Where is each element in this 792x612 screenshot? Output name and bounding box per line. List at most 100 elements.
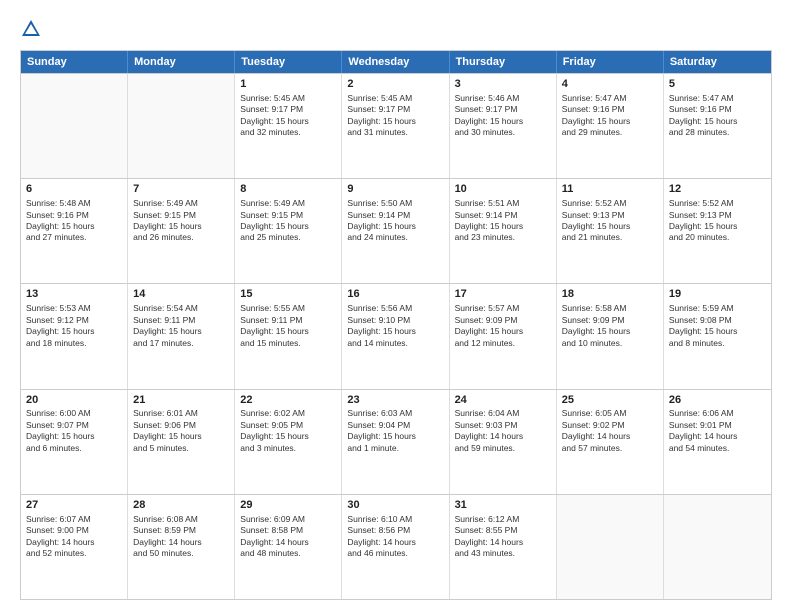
day-info: Sunrise: 6:05 AM Sunset: 9:02 PM Dayligh… — [562, 408, 631, 452]
day-number: 8 — [240, 182, 336, 197]
header — [20, 18, 772, 40]
logo-icon — [20, 18, 42, 40]
cal-day-28: 28Sunrise: 6:08 AM Sunset: 8:59 PM Dayli… — [128, 495, 235, 599]
day-info: Sunrise: 6:09 AM Sunset: 8:58 PM Dayligh… — [240, 514, 309, 558]
day-info: Sunrise: 5:47 AM Sunset: 9:16 PM Dayligh… — [562, 93, 631, 137]
page: SundayMondayTuesdayWednesdayThursdayFrid… — [0, 0, 792, 612]
cal-header-friday: Friday — [557, 51, 664, 73]
cal-day-1: 1Sunrise: 5:45 AM Sunset: 9:17 PM Daylig… — [235, 74, 342, 178]
day-number: 9 — [347, 182, 443, 197]
cal-day-empty — [664, 495, 771, 599]
day-number: 27 — [26, 498, 122, 513]
day-number: 5 — [669, 77, 766, 92]
day-info: Sunrise: 5:45 AM Sunset: 9:17 PM Dayligh… — [347, 93, 416, 137]
day-number: 21 — [133, 393, 229, 408]
day-number: 4 — [562, 77, 658, 92]
day-info: Sunrise: 5:49 AM Sunset: 9:15 PM Dayligh… — [240, 198, 309, 242]
day-number: 1 — [240, 77, 336, 92]
day-info: Sunrise: 5:59 AM Sunset: 9:08 PM Dayligh… — [669, 303, 738, 347]
cal-day-14: 14Sunrise: 5:54 AM Sunset: 9:11 PM Dayli… — [128, 284, 235, 388]
day-number: 15 — [240, 287, 336, 302]
cal-day-22: 22Sunrise: 6:02 AM Sunset: 9:05 PM Dayli… — [235, 390, 342, 494]
cal-week-5: 27Sunrise: 6:07 AM Sunset: 9:00 PM Dayli… — [21, 494, 771, 599]
day-number: 10 — [455, 182, 551, 197]
day-info: Sunrise: 5:49 AM Sunset: 9:15 PM Dayligh… — [133, 198, 202, 242]
day-number: 12 — [669, 182, 766, 197]
day-info: Sunrise: 5:55 AM Sunset: 9:11 PM Dayligh… — [240, 303, 309, 347]
day-info: Sunrise: 5:58 AM Sunset: 9:09 PM Dayligh… — [562, 303, 631, 347]
cal-day-30: 30Sunrise: 6:10 AM Sunset: 8:56 PM Dayli… — [342, 495, 449, 599]
cal-header-wednesday: Wednesday — [342, 51, 449, 73]
day-info: Sunrise: 5:47 AM Sunset: 9:16 PM Dayligh… — [669, 93, 738, 137]
cal-header-thursday: Thursday — [450, 51, 557, 73]
cal-day-19: 19Sunrise: 5:59 AM Sunset: 9:08 PM Dayli… — [664, 284, 771, 388]
day-number: 14 — [133, 287, 229, 302]
cal-day-16: 16Sunrise: 5:56 AM Sunset: 9:10 PM Dayli… — [342, 284, 449, 388]
day-info: Sunrise: 5:48 AM Sunset: 9:16 PM Dayligh… — [26, 198, 95, 242]
day-number: 16 — [347, 287, 443, 302]
day-number: 11 — [562, 182, 658, 197]
cal-day-10: 10Sunrise: 5:51 AM Sunset: 9:14 PM Dayli… — [450, 179, 557, 283]
cal-day-25: 25Sunrise: 6:05 AM Sunset: 9:02 PM Dayli… — [557, 390, 664, 494]
day-number: 26 — [669, 393, 766, 408]
cal-day-3: 3Sunrise: 5:46 AM Sunset: 9:17 PM Daylig… — [450, 74, 557, 178]
day-info: Sunrise: 6:12 AM Sunset: 8:55 PM Dayligh… — [455, 514, 524, 558]
calendar-body: 1 Sunrise: 5:45 AM Sunset: 9:17 PM Daylig… — [21, 73, 771, 599]
day-number: 28 — [133, 498, 229, 513]
day-info: Sunrise: 5:46 AM Sunset: 9:17 PM Dayligh… — [455, 93, 524, 137]
day-number: 31 — [455, 498, 551, 513]
day-number: 30 — [347, 498, 443, 513]
cal-day-7: 7Sunrise: 5:49 AM Sunset: 9:15 PM Daylig… — [128, 179, 235, 283]
day-number: 13 — [26, 287, 122, 302]
day-number: 7 — [133, 182, 229, 197]
logo — [20, 18, 45, 40]
cal-day-29: 29Sunrise: 6:09 AM Sunset: 8:58 PM Dayli… — [235, 495, 342, 599]
day-info: Sunrise: 6:08 AM Sunset: 8:59 PM Dayligh… — [133, 514, 202, 558]
cal-day-8: 8Sunrise: 5:49 AM Sunset: 9:15 PM Daylig… — [235, 179, 342, 283]
day-number: 25 — [562, 393, 658, 408]
cal-day-11: 11Sunrise: 5:52 AM Sunset: 9:13 PM Dayli… — [557, 179, 664, 283]
day-number: 24 — [455, 393, 551, 408]
cal-day-26: 26Sunrise: 6:06 AM Sunset: 9:01 PM Dayli… — [664, 390, 771, 494]
day-info: Sunrise: 6:06 AM Sunset: 9:01 PM Dayligh… — [669, 408, 738, 452]
cal-header-saturday: Saturday — [664, 51, 771, 73]
cal-day-2: 2Sunrise: 5:45 AM Sunset: 9:17 PM Daylig… — [342, 74, 449, 178]
cal-day-empty — [21, 74, 128, 178]
cal-week-3: 13Sunrise: 5:53 AM Sunset: 9:12 PM Dayli… — [21, 283, 771, 388]
day-number: 19 — [669, 287, 766, 302]
day-info: Sunrise: 6:07 AM Sunset: 9:00 PM Dayligh… — [26, 514, 95, 558]
day-info: Sunrise: 5:51 AM Sunset: 9:14 PM Dayligh… — [455, 198, 524, 242]
day-number: 23 — [347, 393, 443, 408]
cal-day-23: 23Sunrise: 6:03 AM Sunset: 9:04 PM Dayli… — [342, 390, 449, 494]
cal-day-20: 20Sunrise: 6:00 AM Sunset: 9:07 PM Dayli… — [21, 390, 128, 494]
day-info: Sunrise: 6:04 AM Sunset: 9:03 PM Dayligh… — [455, 408, 524, 452]
cal-header-monday: Monday — [128, 51, 235, 73]
day-info: Sunrise: 5:57 AM Sunset: 9:09 PM Dayligh… — [455, 303, 524, 347]
day-info: Sunrise: 6:01 AM Sunset: 9:06 PM Dayligh… — [133, 408, 202, 452]
cal-day-4: 4Sunrise: 5:47 AM Sunset: 9:16 PM Daylig… — [557, 74, 664, 178]
day-info: Sunrise: 6:03 AM Sunset: 9:04 PM Dayligh… — [347, 408, 416, 452]
cal-header-sunday: Sunday — [21, 51, 128, 73]
cal-day-12: 12Sunrise: 5:52 AM Sunset: 9:13 PM Dayli… — [664, 179, 771, 283]
cal-day-15: 15Sunrise: 5:55 AM Sunset: 9:11 PM Dayli… — [235, 284, 342, 388]
calendar-header-row: SundayMondayTuesdayWednesdayThursdayFrid… — [21, 51, 771, 73]
day-info: Sunrise: 5:56 AM Sunset: 9:10 PM Dayligh… — [347, 303, 416, 347]
cal-day-21: 21Sunrise: 6:01 AM Sunset: 9:06 PM Dayli… — [128, 390, 235, 494]
cal-week-1: 1 Sunrise: 5:45 AM Sunset: 9:17 PM Daylig… — [21, 73, 771, 178]
cal-day-13: 13Sunrise: 5:53 AM Sunset: 9:12 PM Dayli… — [21, 284, 128, 388]
day-number: 29 — [240, 498, 336, 513]
cal-day-24: 24Sunrise: 6:04 AM Sunset: 9:03 PM Dayli… — [450, 390, 557, 494]
cal-day-9: 9Sunrise: 5:50 AM Sunset: 9:14 PM Daylig… — [342, 179, 449, 283]
day-number: 18 — [562, 287, 658, 302]
day-info: Sunrise: 5:52 AM Sunset: 9:13 PM Dayligh… — [669, 198, 738, 242]
day-number: 22 — [240, 393, 336, 408]
day-info: Sunrise: 5:54 AM Sunset: 9:11 PM Dayligh… — [133, 303, 202, 347]
day-number: 2 — [347, 77, 443, 92]
day-info: Sunrise: 5:52 AM Sunset: 9:13 PM Dayligh… — [562, 198, 631, 242]
cal-day-27: 27Sunrise: 6:07 AM Sunset: 9:00 PM Dayli… — [21, 495, 128, 599]
day-info: Sunrise: 6:00 AM Sunset: 9:07 PM Dayligh… — [26, 408, 95, 452]
day-number: 6 — [26, 182, 122, 197]
day-number: 20 — [26, 393, 122, 408]
day-info: Sunrise: 6:02 AM Sunset: 9:05 PM Dayligh… — [240, 408, 309, 452]
day-info: Sunrise: 5:50 AM Sunset: 9:14 PM Dayligh… — [347, 198, 416, 242]
